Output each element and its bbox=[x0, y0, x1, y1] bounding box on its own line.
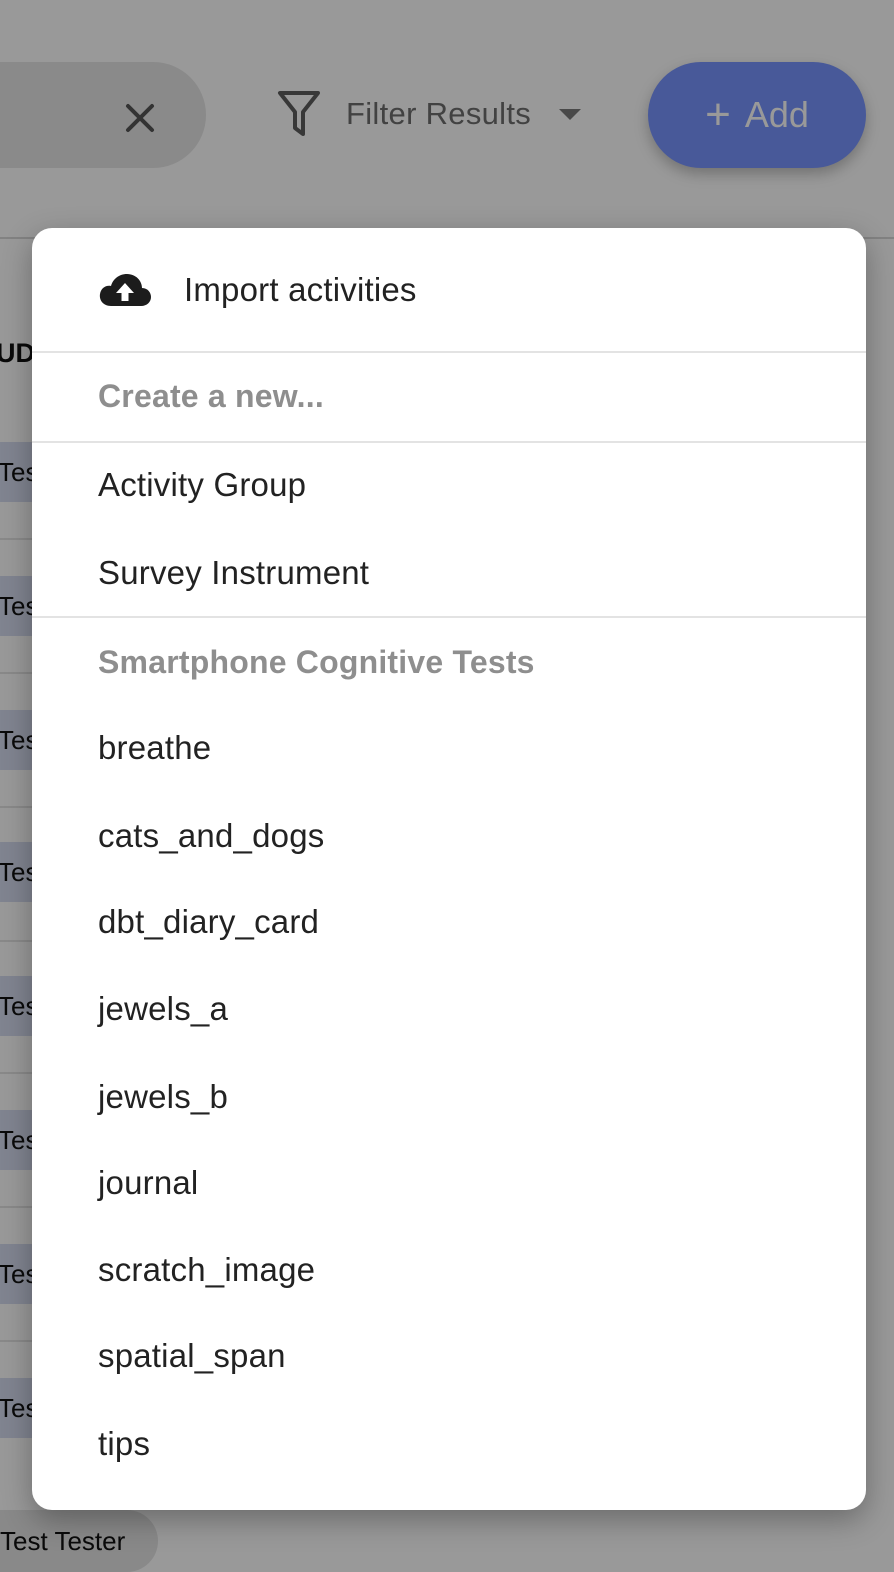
menu-divider bbox=[32, 351, 866, 353]
menu-item-scratch-image[interactable]: scratch_image bbox=[98, 1251, 315, 1289]
menu-item-jewels-b[interactable]: jewels_b bbox=[98, 1078, 228, 1116]
menu-divider bbox=[32, 616, 866, 618]
add-menu: Import activities Create a new... Activi… bbox=[32, 228, 866, 1510]
import-activities-label: Import activities bbox=[184, 271, 417, 308]
create-new-header: Create a new... bbox=[98, 378, 324, 414]
activities-page: Filter Results + Add UD Tes Tes Tes Tes … bbox=[0, 0, 894, 1572]
import-activities-item[interactable]: Import activities bbox=[32, 228, 866, 352]
menu-item-jewels-a[interactable]: jewels_a bbox=[98, 990, 228, 1028]
cloud-upload-icon bbox=[99, 274, 151, 306]
menu-item-tips[interactable]: tips bbox=[98, 1425, 150, 1463]
cognitive-tests-header: Smartphone Cognitive Tests bbox=[98, 644, 535, 680]
menu-item-cats-and-dogs[interactable]: cats_and_dogs bbox=[98, 817, 324, 855]
menu-item-spatial-span[interactable]: spatial_span bbox=[98, 1337, 286, 1375]
menu-divider bbox=[32, 441, 866, 443]
menu-item-breathe[interactable]: breathe bbox=[98, 729, 211, 767]
menu-item-survey-instrument[interactable]: Survey Instrument bbox=[98, 554, 369, 592]
menu-item-activity-group[interactable]: Activity Group bbox=[98, 466, 306, 504]
menu-item-dbt-diary-card[interactable]: dbt_diary_card bbox=[98, 903, 319, 941]
menu-item-journal[interactable]: journal bbox=[98, 1164, 198, 1202]
